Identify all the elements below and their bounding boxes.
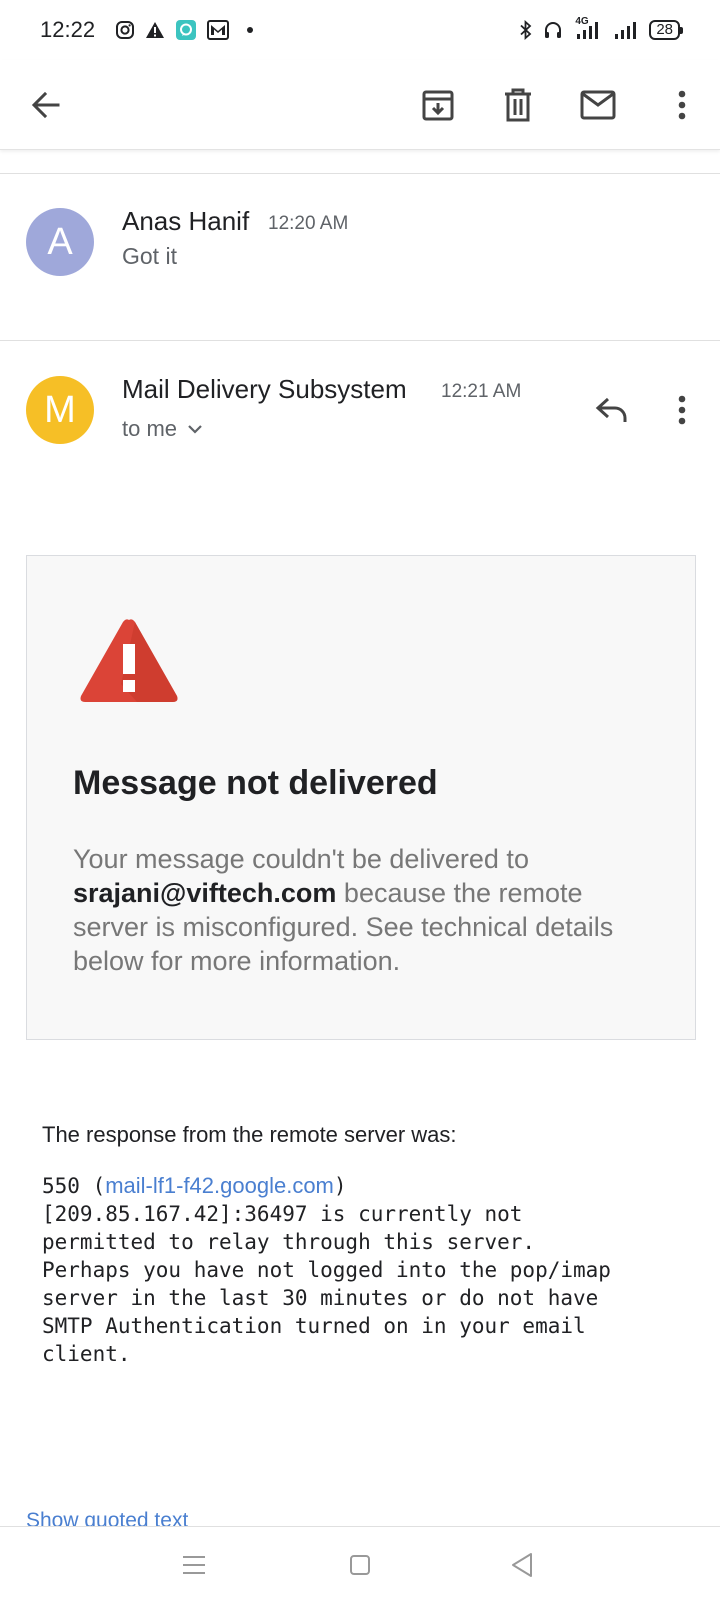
divider	[0, 173, 720, 174]
more-vert-icon	[678, 90, 686, 119]
show-quoted-text-link[interactable]: Show quoted text	[26, 1508, 188, 1528]
divider	[0, 340, 720, 341]
network-label: 4G	[575, 16, 589, 27]
server-response: 550 (mail-lf1-f42.google.com) [209.85.16…	[42, 1172, 702, 1368]
bluetooth-icon	[519, 20, 533, 40]
message-prefix: Your message couldn't be delivered to	[73, 844, 529, 874]
status-time: 12:22	[40, 17, 96, 42]
avatar: A	[26, 208, 94, 276]
archive-icon	[422, 90, 454, 120]
trash-icon	[505, 88, 531, 121]
system-back-button[interactable]	[504, 1547, 540, 1583]
more-vert-icon	[678, 395, 686, 425]
status-bar: 12:22 4G 28	[0, 0, 720, 60]
battery-icon: 28	[649, 20, 683, 40]
warning-icon	[145, 20, 165, 40]
mail-icon	[580, 90, 616, 119]
message-time: 12:20 AM	[268, 213, 349, 234]
avatar: M	[26, 376, 94, 444]
toolbar	[0, 60, 720, 150]
signal-4g-icon: 4G	[573, 16, 603, 40]
menu-icon	[183, 1556, 205, 1574]
recent-apps-button[interactable]	[176, 1547, 212, 1583]
reply-button[interactable]	[588, 386, 636, 434]
recipient-email: srajani@viftech.com	[73, 878, 337, 908]
recipient-details-toggle[interactable]: to me	[122, 416, 203, 442]
gmail-icon	[207, 20, 230, 40]
headphones-icon	[543, 20, 563, 40]
server-link[interactable]: mail-lf1-f42.google.com	[105, 1173, 334, 1198]
chat-app-icon	[175, 19, 197, 41]
mark-unread-button[interactable]	[574, 81, 622, 129]
error-warning-icon	[80, 619, 178, 702]
reply-icon	[595, 397, 627, 422]
system-nav-bar	[0, 1526, 720, 1600]
message-time: 12:21 AM	[441, 381, 522, 402]
more-options-button[interactable]	[658, 81, 706, 129]
back-button[interactable]	[22, 81, 70, 129]
arrow-back-icon	[31, 91, 60, 118]
signal-icon	[613, 20, 639, 40]
sender-name: Mail Delivery Subsystem	[122, 374, 407, 404]
sender-name: Anas Hanif	[122, 206, 250, 236]
response-code-prefix: 550 (	[42, 1174, 106, 1198]
delivery-failure-message: Your message couldn't be delivered to sr…	[73, 842, 663, 978]
triangle-back-icon	[512, 1553, 532, 1577]
instagram-icon	[115, 20, 135, 40]
message-snippet: Got it	[122, 243, 177, 269]
response-label: The response from the remote server was:	[42, 1122, 457, 1147]
archive-button[interactable]	[414, 81, 462, 129]
recipient-label: to me	[122, 416, 178, 441]
response-code-suffix: ) [209.85.167.42]:36497 is currently not…	[42, 1174, 611, 1366]
delete-button[interactable]	[494, 81, 542, 129]
home-button[interactable]	[342, 1547, 378, 1583]
chevron-down-icon	[188, 425, 202, 434]
delivery-failure-title: Message not delivered	[73, 764, 438, 802]
message-more-button[interactable]	[658, 386, 706, 434]
square-icon	[350, 1555, 370, 1575]
delivery-failure-card: Message not delivered Your message could…	[26, 555, 696, 1040]
notification-dot	[247, 27, 254, 33]
